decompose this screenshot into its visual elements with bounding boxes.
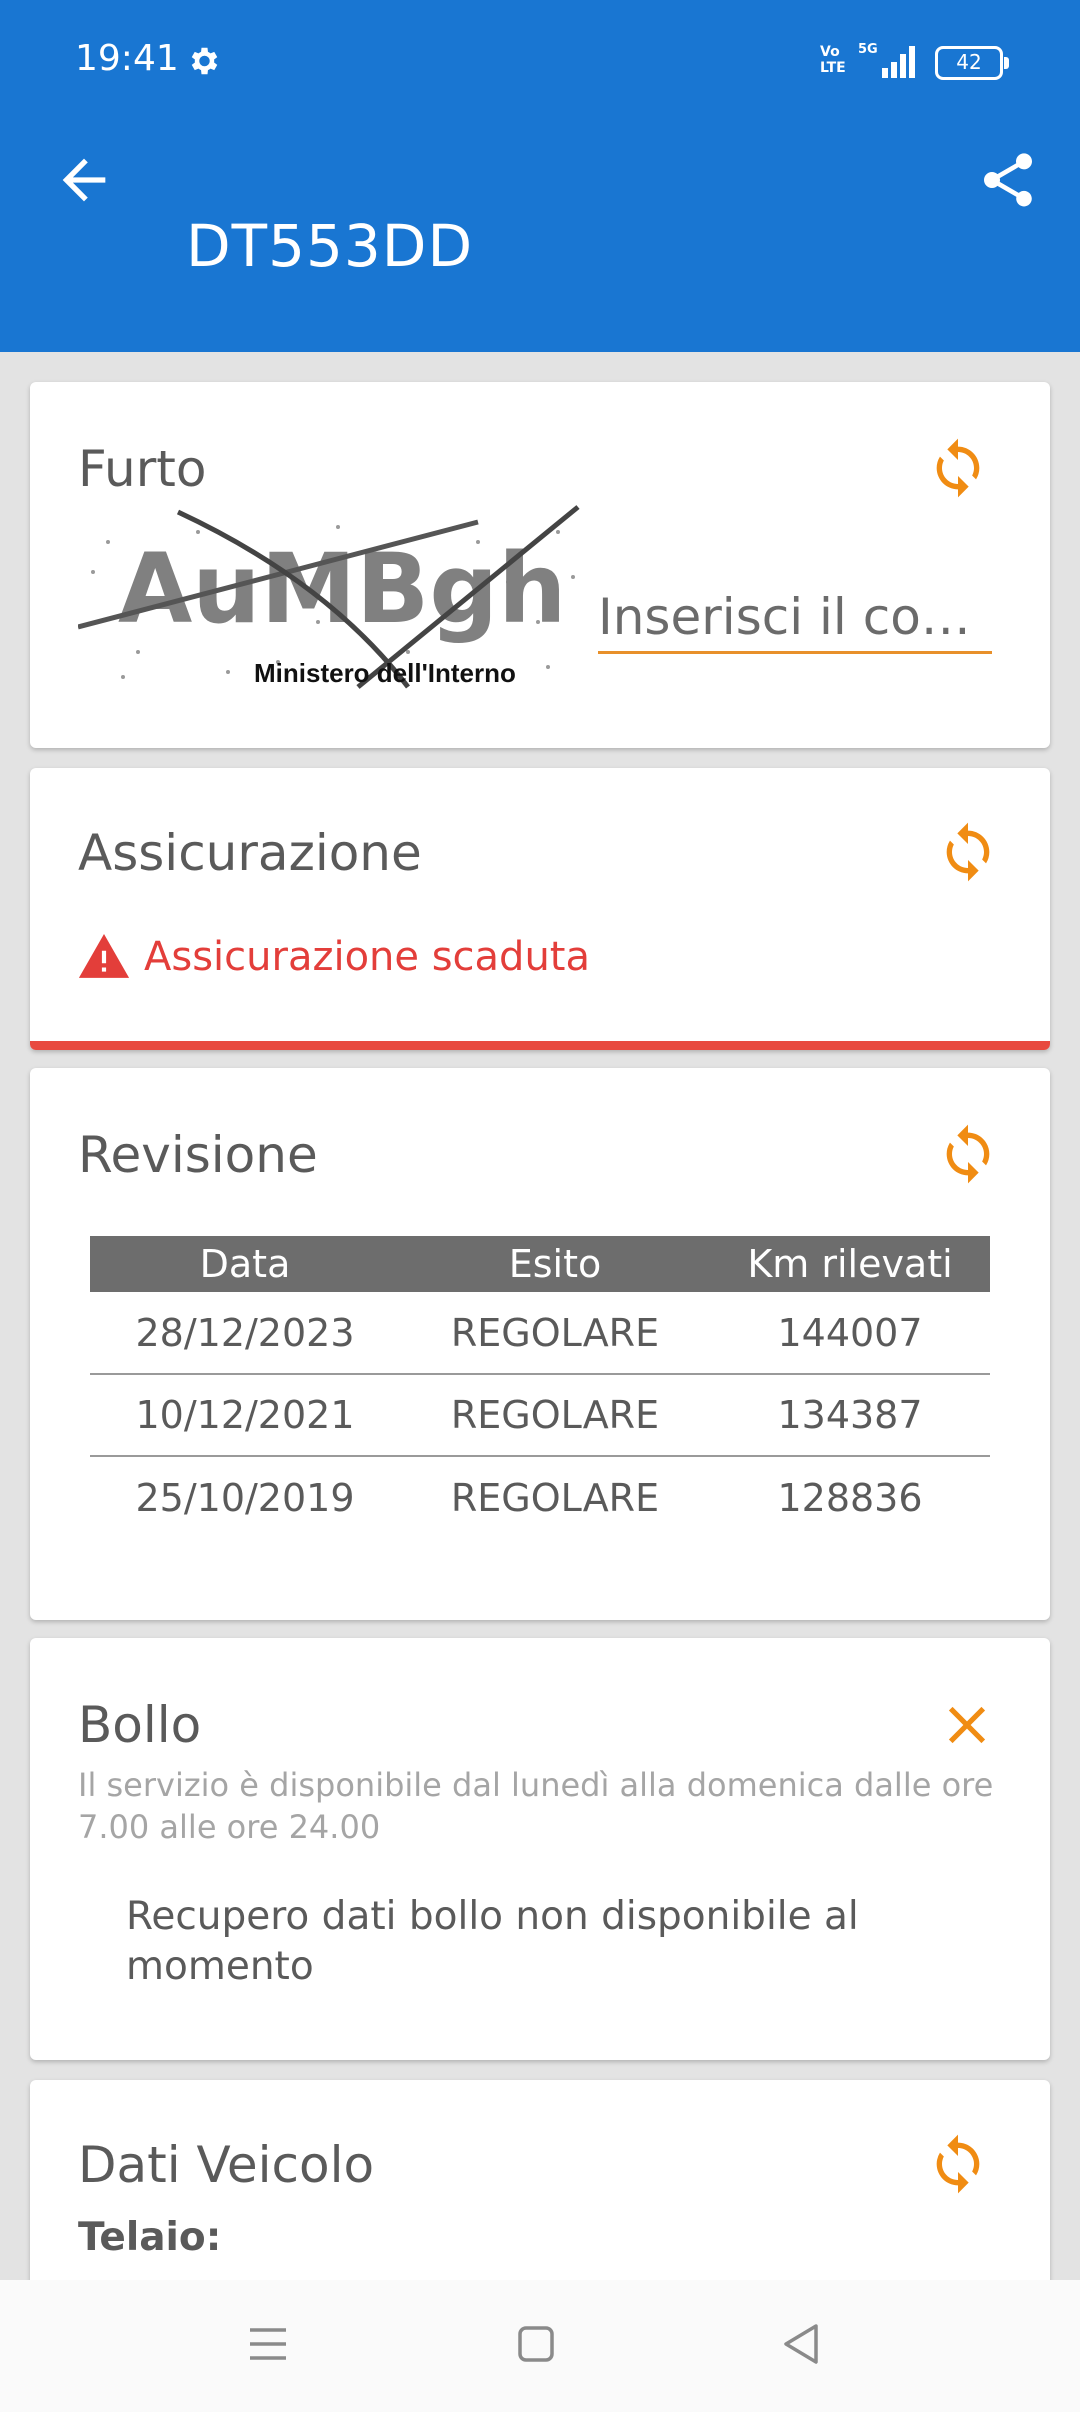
arrow-back-icon[interactable] [52,148,116,212]
revisione-table: Data Esito Km rilevati 28/12/2023 REGOLA… [90,1236,990,1538]
bollo-title: Bollo [78,1696,202,1754]
table-row: 10/12/2021 REGOLARE 134387 [90,1374,990,1457]
furto-card: Furto AuMBgh Ministero dell'Interno [30,382,1050,748]
cell-km: 134387 [710,1374,990,1457]
status-time: 19:41 [75,38,179,79]
signal-icon: 5G [858,42,915,78]
status-bar-indicator [30,1041,1050,1050]
app-bar: 19:41 Vo LTE 5G 42 DT553DD [0,0,1080,352]
volte-label: Vo [820,44,840,60]
refresh-icon[interactable] [926,2132,990,2196]
home-icon[interactable] [504,2312,568,2376]
captcha-caption: Ministero dell'Interno [254,658,516,688]
column-header-km: Km rilevati [710,1236,990,1292]
assicurazione-card: Assicurazione Assicurazione scaduta [30,768,1050,1050]
captcha-code-input[interactable] [598,582,992,654]
cell-data: 10/12/2021 [90,1374,400,1457]
captcha-text: AuMBgh [118,533,566,645]
cell-data: 25/10/2019 [135,1475,355,1520]
warning-icon [78,934,130,978]
cell-km: 144007 [710,1292,990,1375]
close-icon[interactable] [936,1694,998,1756]
refresh-icon[interactable] [926,436,990,500]
captcha-image: AuMBgh Ministero dell'Interno [78,502,584,692]
page-title: DT553DD [186,212,474,280]
cell-esito: REGOLARE [400,1374,710,1457]
network-label: 5G [858,42,878,57]
furto-title: Furto [78,440,207,498]
table-row: 28/12/2023 REGOLARE 144007 [90,1292,990,1375]
system-nav-bar [0,2280,1080,2412]
dati-veicolo-title: Dati Veicolo [78,2136,375,2194]
column-header-esito: Esito [400,1236,710,1292]
cell-data: 28/12/2023 [90,1292,400,1375]
bollo-card: Bollo Il servizio è disponibile dal lune… [30,1638,1050,2060]
bollo-availability-text: Il servizio è disponibile dal lunedì all… [78,1766,994,1846]
share-icon[interactable] [976,146,1040,214]
volte-indicator: Vo LTE [820,44,848,78]
lte-label: LTE [820,60,846,76]
cell-esito: REGOLARE [400,1292,710,1375]
table-header-row: Data Esito Km rilevati [90,1236,990,1292]
assicurazione-title: Assicurazione [78,824,422,882]
back-triangle-icon[interactable] [770,2312,834,2376]
gear-icon [191,47,218,75]
column-header-data: Data [90,1236,400,1292]
battery-icon: 42 [935,46,1009,80]
insurance-status-text: Assicurazione scaduta [144,934,590,980]
menu-icon[interactable] [236,2312,300,2376]
status-bar: 19:41 Vo LTE 5G 42 [0,0,1080,125]
battery-level: 42 [956,50,982,74]
revisione-card: Revisione Data Esito Km rilevati 28/12/2… [30,1068,1050,1620]
cell-km: 128836 [777,1475,923,1520]
refresh-icon[interactable] [936,1122,1000,1186]
revisione-title: Revisione [78,1126,318,1184]
table-row: 25/10/2019 REGOLARE 128836 [90,1456,990,1538]
refresh-icon[interactable] [936,820,1000,884]
cell-esito: REGOLARE [450,1475,660,1520]
telaio-label: Telaio: [78,2215,222,2260]
bollo-message: Recupero dati bollo non disponibile al m… [126,1894,859,1989]
